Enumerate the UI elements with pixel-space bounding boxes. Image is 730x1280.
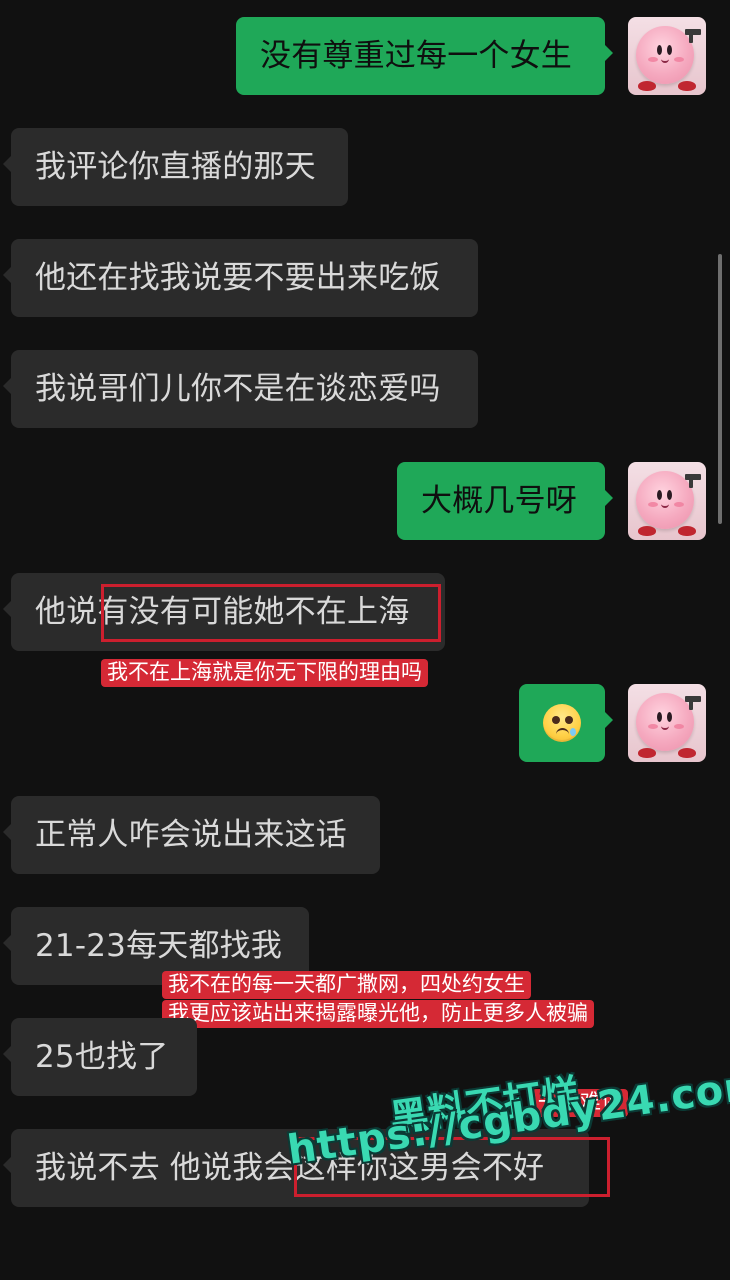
message-text: 我评论你直播的那天 [35,148,316,185]
scrollbar[interactable] [718,254,722,524]
user-avatar[interactable] [628,462,706,540]
message-bubble-received[interactable]: 25也找了 [3,1018,197,1096]
message-bubble-sent[interactable]: 没有尊重过每一个女生 [236,17,613,95]
message-bubble-received[interactable]: 他说有没有可能她不在上海 [3,573,445,651]
message-bubble-received[interactable]: 他还在找我说要不要出来吃饭 [3,239,478,317]
message-text: 25也找了 [35,1038,169,1075]
message-bubble-received[interactable]: 我评论你直播的那天 [3,128,348,206]
annotation-label: 我不在的每一天都广撒网，四处约女生 [162,971,531,999]
gun-icon [685,696,701,710]
gun-icon [685,474,701,488]
user-avatar[interactable] [628,684,706,762]
message-text: 21-23每天都找我 [35,927,283,964]
annotation-label: 我不在上海就是你无下限的理由吗 [101,659,428,687]
user-avatar[interactable] [628,17,706,95]
message-bubble-sent[interactable]: 大概几号呀 [397,462,613,540]
message-text: 大概几号呀 [421,482,577,519]
annotation-label: 我更应该站出来揭露曝光他，防止更多人被骗 [162,1000,594,1028]
message-text: 没有尊重过每一个女生 [260,37,572,74]
message-bubble-sent[interactable] [519,684,613,762]
message-text: 我说哥们儿你不是在谈恋爱吗 [35,370,441,407]
message-text: 他还在找我说要不要出来吃饭 [35,259,441,296]
message-text: 他说有没有可能她不在上海 [35,593,410,630]
message-bubble-received[interactable]: 我说哥们儿你不是在谈恋爱吗 [3,350,478,428]
gun-icon [685,29,701,43]
chat-screen: 没有尊重过每一个女生 我评论你直播的那天 他还在找我说要不要出来吃饭 我说哥们儿… [0,0,730,1280]
message-text: 正常人咋会说出来这话 [35,816,347,853]
confused-face-icon [543,704,581,742]
message-bubble-received[interactable]: 正常人咋会说出来这话 [3,796,380,874]
